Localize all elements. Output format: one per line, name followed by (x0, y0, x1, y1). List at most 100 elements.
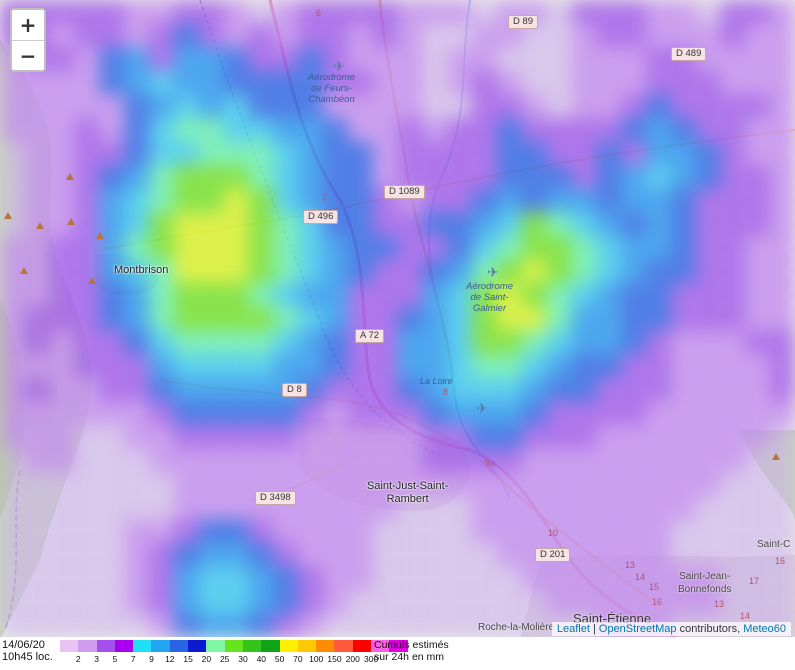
map-view[interactable]: ✈ Aérodrome de Feurs- Chambéon ✈ Aérodrome… (0, 0, 795, 670)
radar-cell (149, 212, 175, 237)
radar-cell (24, 94, 51, 119)
radar-cell (472, 0, 498, 25)
radar-cell (99, 471, 126, 497)
radar-cell (496, 495, 523, 520)
leaflet-link[interactable]: Leaflet (557, 623, 590, 635)
legend-swatch (279, 640, 298, 652)
radar-cell (323, 519, 349, 544)
radar-cell (198, 589, 225, 615)
radar-cell (596, 259, 623, 285)
radar-cell (745, 235, 772, 261)
radar-cell (670, 165, 697, 190)
radar-cell (745, 401, 772, 426)
rain-radar-overlay (0, 0, 795, 638)
radar-cell (670, 212, 697, 237)
radar-cell (0, 235, 26, 261)
radar-cell (124, 401, 150, 426)
radar-cell (173, 448, 200, 473)
radar-cell (347, 542, 374, 568)
radar-cell (645, 471, 672, 497)
radar-cell (720, 47, 747, 72)
radar-cell (273, 259, 300, 285)
radar-cell (74, 519, 101, 544)
radar-cell (0, 188, 26, 214)
zoom-out-button[interactable]: − (12, 40, 44, 70)
radar-cell (447, 165, 473, 190)
basemap (0, 0, 795, 670)
radar-cell (596, 566, 623, 591)
radar-cell (422, 519, 449, 544)
radar-cell (670, 141, 697, 167)
radar-cell (621, 259, 647, 285)
radar-cell (571, 424, 598, 450)
radar-cell (223, 353, 250, 379)
road-label: D 201 (535, 548, 571, 562)
radar-cell (49, 589, 76, 615)
radar-cell (770, 188, 795, 214)
road-label: D 489 (671, 47, 707, 61)
radar-cell (323, 589, 349, 615)
radar-cell (198, 283, 225, 308)
radar-cell (397, 566, 424, 591)
attribution-contrib: contributors, (676, 623, 744, 635)
radar-cell (248, 165, 275, 190)
radar-cell (173, 165, 200, 190)
radar-cell (0, 495, 26, 520)
radar-cell (198, 471, 225, 497)
radar-cell (472, 377, 498, 403)
radar-cell (745, 353, 772, 379)
radar-cell (99, 118, 126, 143)
radar-cell (422, 141, 449, 167)
radar-cell (720, 401, 747, 426)
legend-date: 14/06/20 (2, 639, 45, 651)
radar-cell (571, 212, 598, 237)
radar-cell (74, 23, 101, 49)
legend-tick-label: 30 (238, 654, 248, 664)
radar-cell (149, 306, 175, 332)
radar-cell (372, 377, 399, 403)
radar-cell (273, 165, 300, 190)
radar-cell (496, 542, 523, 568)
radar-cell (571, 542, 598, 568)
radar-cell (24, 165, 51, 190)
radar-cell (496, 165, 523, 190)
radar-cell (49, 566, 76, 591)
meteo60-link[interactable]: Meteo60 (743, 623, 786, 635)
radar-cell (645, 283, 672, 308)
radar-cell (323, 353, 349, 379)
peak-icon (67, 218, 75, 225)
legend-swatch (151, 640, 170, 652)
radar-cell (99, 613, 126, 638)
radar-cell (372, 118, 399, 143)
osm-link[interactable]: OpenStreetMap (599, 623, 677, 635)
radar-cell (372, 566, 399, 591)
legend-swatch (114, 640, 134, 652)
radar-cell (99, 330, 126, 355)
radar-cell (720, 212, 747, 237)
radar-cell (670, 401, 697, 426)
radar-cell (372, 306, 399, 332)
radar-cell (422, 47, 449, 72)
radar-cell (521, 283, 548, 308)
radar-cell (173, 519, 200, 544)
radar-cell (273, 519, 300, 544)
radar-cell (720, 118, 747, 143)
radar-cell (248, 401, 275, 426)
radar-cell (521, 188, 548, 214)
radar-cell (496, 424, 523, 450)
radar-cell (0, 141, 26, 167)
radar-cell (0, 519, 26, 544)
radar-cell (397, 47, 424, 72)
radar-cell (273, 353, 300, 379)
radar-cell (571, 519, 598, 544)
radar-cell (124, 94, 150, 119)
radar-cell (670, 0, 697, 25)
radar-cell (248, 542, 275, 568)
radar-cell (24, 188, 51, 214)
radar-cell (670, 94, 697, 119)
radar-cell (223, 23, 250, 49)
radar-cell (74, 566, 101, 591)
zoom-in-button[interactable]: + (12, 10, 44, 40)
radar-cell (173, 424, 200, 450)
radar-cell (422, 94, 449, 119)
